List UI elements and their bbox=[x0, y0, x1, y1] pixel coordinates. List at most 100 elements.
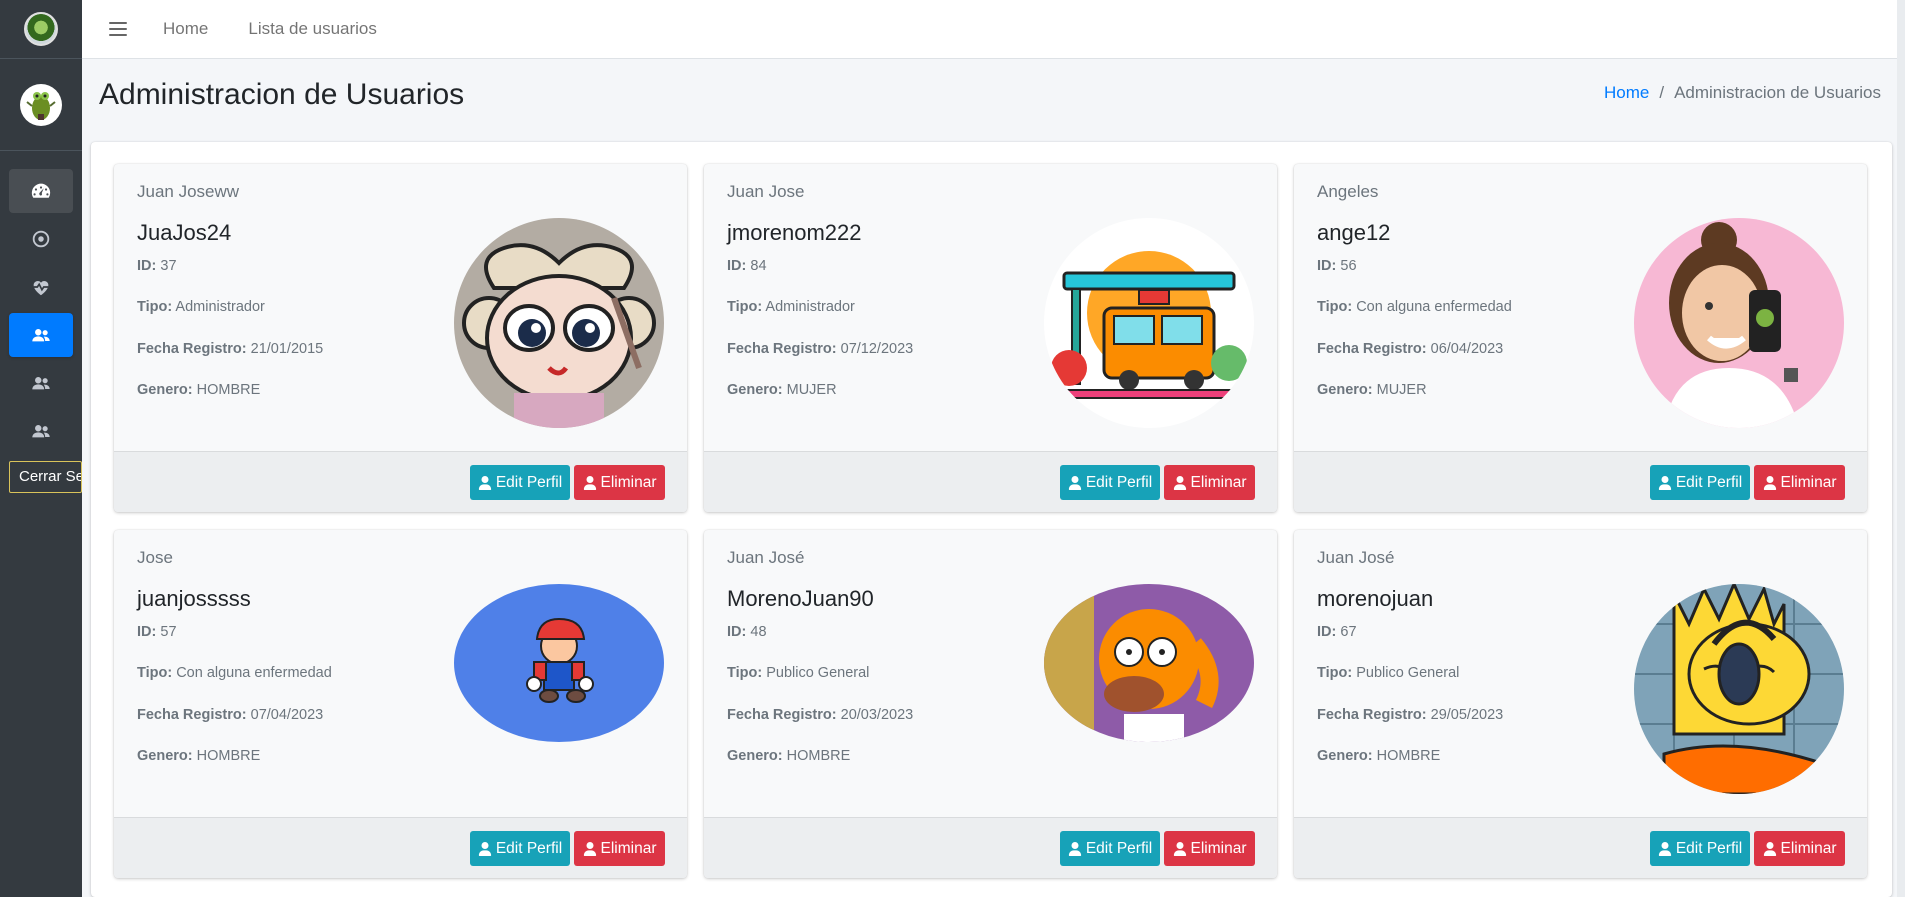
user-date-field: Fecha Registro: 20/03/2023 bbox=[727, 707, 913, 723]
label-fecha: Fecha Registro: bbox=[727, 341, 837, 357]
sidebar-item-circle[interactable] bbox=[9, 217, 73, 261]
label-fecha: Fecha Registro: bbox=[137, 707, 247, 723]
delete-user-button[interactable]: Eliminar bbox=[1164, 831, 1255, 866]
scrollbar[interactable] bbox=[1897, 0, 1905, 897]
user-id: 37 bbox=[160, 258, 177, 274]
user-id-field: ID: 37 bbox=[137, 258, 177, 274]
delete-user-button[interactable]: Eliminar bbox=[1754, 465, 1845, 500]
brand[interactable] bbox=[0, 0, 82, 59]
breadcrumb-home[interactable]: Home bbox=[1604, 83, 1649, 103]
user-card: Angeles ange12 ID: 56 Tipo: Con alguna e… bbox=[1294, 164, 1867, 512]
delete-user-button[interactable]: Eliminar bbox=[574, 465, 665, 500]
user-type-field: Tipo: Administrador bbox=[727, 299, 855, 315]
bus-stop-avatar bbox=[1044, 218, 1254, 428]
edit-profile-button[interactable]: Edit Perfil bbox=[470, 465, 570, 500]
delete-user-button[interactable]: Eliminar bbox=[1754, 831, 1845, 866]
delete-label: Eliminar bbox=[1780, 839, 1837, 857]
users-icon bbox=[32, 377, 50, 390]
sidebar-item-users-2[interactable] bbox=[9, 361, 73, 405]
edit-label: Edit Perfil bbox=[495, 839, 563, 857]
user-type: Publico General bbox=[1356, 665, 1460, 681]
woman-phone-avatar bbox=[1634, 218, 1844, 428]
delete-label: Eliminar bbox=[600, 839, 657, 857]
label-fecha: Fecha Registro: bbox=[1317, 341, 1427, 357]
breadcrumb-separator: / bbox=[1659, 83, 1665, 102]
user-gender: HOMBRE bbox=[1376, 748, 1441, 764]
edit-profile-button[interactable]: Edit Perfil bbox=[1650, 831, 1750, 866]
label-tipo: Tipo: bbox=[137, 665, 173, 681]
frog-avatar-icon bbox=[26, 91, 56, 120]
delete-label: Eliminar bbox=[1780, 473, 1837, 491]
user-card: Jose juanjosssss ID: 57 Tipo: Con alguna… bbox=[114, 530, 687, 878]
user-icon bbox=[1173, 475, 1187, 490]
user-gender: HOMBRE bbox=[196, 382, 261, 398]
delete-label: Eliminar bbox=[600, 473, 657, 491]
user-gender-field: Genero: HOMBRE bbox=[727, 748, 850, 764]
user-type-field: Tipo: Administrador bbox=[137, 299, 265, 315]
edit-label: Edit Perfil bbox=[1675, 839, 1743, 857]
edit-profile-button[interactable]: Edit Perfil bbox=[1650, 465, 1750, 500]
user-id-field: ID: 67 bbox=[1317, 624, 1357, 640]
user-gender-field: Genero: HOMBRE bbox=[1317, 748, 1440, 764]
homer-avatar bbox=[1044, 584, 1254, 742]
user-date: 29/05/2023 bbox=[1430, 707, 1504, 723]
user-fullname: Juan Jose bbox=[727, 182, 805, 201]
users-icon bbox=[32, 329, 50, 342]
edit-profile-button[interactable]: Edit Perfil bbox=[470, 831, 570, 866]
sidebar-item-users-3[interactable] bbox=[9, 409, 73, 453]
label-id: ID: bbox=[137, 258, 157, 274]
delete-label: Eliminar bbox=[1190, 839, 1247, 857]
user-card: Juan Joseww JuaJos24 ID: 37 Tipo: Admini… bbox=[114, 164, 687, 512]
user-username: ange12 bbox=[1317, 220, 1391, 245]
user-type: Publico General bbox=[766, 665, 870, 681]
page-title: Administracion de Usuarios bbox=[99, 78, 465, 111]
user-id-field: ID: 48 bbox=[727, 624, 767, 640]
edit-profile-button[interactable]: Edit Perfil bbox=[1060, 465, 1160, 500]
user-username: MorenoJuan90 bbox=[727, 586, 874, 611]
top-navbar: Home Lista de usuarios bbox=[82, 0, 1905, 59]
hamburger-menu-icon[interactable] bbox=[109, 22, 127, 36]
user-card: Juan José morenojuan ID: 67 Tipo: Public… bbox=[1294, 530, 1867, 878]
user-date-field: Fecha Registro: 07/04/2023 bbox=[137, 707, 323, 723]
nav-link-user-list[interactable]: Lista de usuarios bbox=[248, 19, 377, 39]
label-tipo: Tipo: bbox=[1317, 299, 1353, 315]
user-date: 07/12/2023 bbox=[840, 341, 914, 357]
card-footer: Edit Perfil Eliminar bbox=[1294, 817, 1867, 878]
sidebar-item-users[interactable] bbox=[9, 313, 73, 357]
label-id: ID: bbox=[1317, 624, 1337, 640]
label-genero: Genero: bbox=[137, 748, 193, 764]
user-fullname: Juan José bbox=[1317, 548, 1395, 567]
card-footer: Edit Perfil Eliminar bbox=[114, 451, 687, 512]
label-tipo: Tipo: bbox=[137, 299, 173, 315]
logout-tooltip: Cerrar Sesión bbox=[9, 461, 82, 493]
delete-user-button[interactable]: Eliminar bbox=[1164, 465, 1255, 500]
user-avatar[interactable] bbox=[20, 83, 62, 126]
user-date-field: Fecha Registro: 07/12/2023 bbox=[727, 341, 913, 357]
sidebar-nav bbox=[0, 151, 82, 453]
heartbeat-icon bbox=[33, 281, 49, 296]
tachometer-icon bbox=[31, 183, 51, 198]
user-panel bbox=[0, 59, 82, 151]
label-tipo: Tipo: bbox=[727, 665, 763, 681]
card-footer: Edit Perfil Eliminar bbox=[704, 817, 1277, 878]
label-tipo: Tipo: bbox=[727, 299, 763, 315]
user-date: 06/04/2023 bbox=[1430, 341, 1504, 357]
delete-user-button[interactable]: Eliminar bbox=[574, 831, 665, 866]
user-fullname: Juan José bbox=[727, 548, 805, 567]
nav-link-home[interactable]: Home bbox=[163, 19, 208, 39]
sidebar-item-dashboard[interactable] bbox=[9, 169, 73, 213]
circle-dot-icon bbox=[32, 230, 50, 248]
sidebar-item-health[interactable] bbox=[9, 265, 73, 309]
user-date-field: Fecha Registro: 21/01/2015 bbox=[137, 341, 323, 357]
user-date-field: Fecha Registro: 06/04/2023 bbox=[1317, 341, 1503, 357]
user-type-field: Tipo: Publico General bbox=[727, 665, 869, 681]
user-fullname: Angeles bbox=[1317, 182, 1379, 201]
label-id: ID: bbox=[1317, 258, 1337, 274]
label-fecha: Fecha Registro: bbox=[137, 341, 247, 357]
edit-profile-button[interactable]: Edit Perfil bbox=[1060, 831, 1160, 866]
user-gender-field: Genero: MUJER bbox=[1317, 382, 1427, 398]
user-icon bbox=[1763, 841, 1777, 856]
user-card: Juan Jose jmorenom222 ID: 84 Tipo: Admin… bbox=[704, 164, 1277, 512]
user-id-field: ID: 84 bbox=[727, 258, 767, 274]
edit-label: Edit Perfil bbox=[1675, 473, 1743, 491]
